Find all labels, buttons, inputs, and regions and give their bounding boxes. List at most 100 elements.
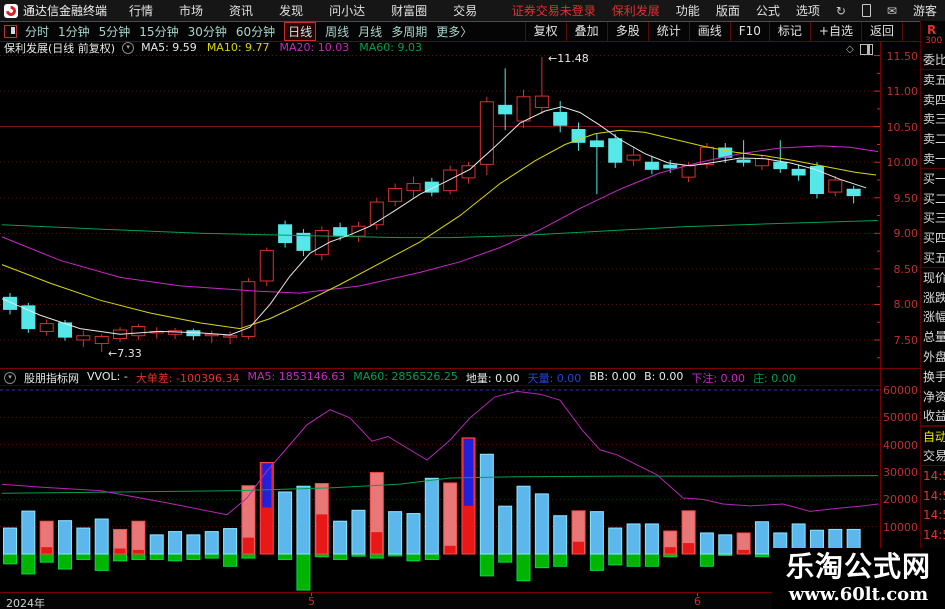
volume-bar-green [186, 553, 201, 560]
action-button-6[interactable]: 标记 [768, 22, 810, 41]
ma-legend: MA5: 9.59 MA10: 9.77 MA20: 10.03 MA60: 9.03 [141, 41, 422, 54]
volume-bar-green [333, 553, 348, 560]
volume-bar-green [479, 553, 494, 577]
period-tab-7[interactable]: 周线 [325, 23, 349, 40]
vvol-plot[interactable] [0, 386, 880, 592]
candle-body [223, 335, 238, 338]
sidebar-row-16: 换手 [923, 369, 945, 384]
volume-bar-green [699, 553, 714, 567]
watermark-title: 乐淘公式网 [785, 550, 931, 583]
price-label-0: 11.50 [886, 49, 919, 63]
top-right-menu-item-3[interactable]: 选项 [796, 2, 820, 19]
indicator-value-1: 大单差: -100396.34 [135, 372, 240, 385]
action-button-8[interactable]: 返回 [860, 22, 903, 41]
time-label-2: 6 [694, 595, 701, 608]
period-tab-5[interactable]: 60分钟 [236, 23, 275, 40]
volume-bar-red-core [738, 549, 750, 554]
candle-body [388, 188, 403, 202]
volume-bar-green [241, 553, 256, 559]
tick-time-0: 14:56 [923, 468, 945, 483]
period-tab-4[interactable]: 30分钟 [188, 23, 227, 40]
app-window: 通达信金融终端 行情 市场 资讯 发现 问小达 财富圈 交易 证券交易未登录 保利发展 功能… [0, 0, 945, 609]
volume-bar-blue-core [464, 438, 473, 506]
indicator-collapse-icon[interactable]: ▾ [4, 372, 16, 384]
mobile-icon[interactable] [861, 4, 871, 17]
action-button-7[interactable]: +自选 [809, 22, 861, 41]
price-label-5: 9.00 [893, 227, 919, 241]
volume-bar [406, 513, 421, 555]
volume-bar [131, 520, 146, 555]
volume-bar-green [516, 553, 531, 582]
top-menu-bar: 通达信金融终端 行情 市场 资讯 发现 问小达 财富圈 交易 证券交易未登录 保利发展 功能… [0, 0, 945, 22]
main-chart-plot[interactable] [0, 54, 880, 370]
candle-body [333, 227, 348, 236]
action-button-0[interactable]: 复权 [524, 22, 566, 41]
trade-login-status[interactable]: 证券交易未登录 [512, 2, 596, 19]
time-tick [311, 593, 312, 596]
candle-body [589, 140, 604, 148]
panel-divider[interactable] [0, 368, 920, 369]
top-menu-item-1[interactable]: 市场 [179, 2, 203, 19]
candle-body [21, 305, 36, 330]
volume-bar-green [21, 553, 36, 575]
top-menu-item-4[interactable]: 问小达 [329, 2, 365, 19]
period-toolbar: 分时 1分钟 5分钟 15分钟 30分钟 60分钟 日线 周线 月线 多周期 更多〉 复权 叠加 多股统… [0, 22, 945, 42]
period-tab-1[interactable]: 1分钟 [58, 23, 90, 40]
volume-bar [351, 509, 366, 555]
period-tab-2[interactable]: 5分钟 [99, 23, 131, 40]
volume-bar-green [589, 553, 604, 571]
period-tab-6[interactable]: 日线 [284, 22, 317, 41]
candle-body [39, 323, 54, 332]
collapse-icon[interactable]: ▾ [122, 41, 135, 54]
user-badge[interactable]: 游客 [913, 2, 937, 19]
volume-bar [149, 534, 164, 555]
top-menu-item-0[interactable]: 行情 [129, 2, 153, 19]
volume-bar-green [534, 553, 549, 569]
sidebar-row-4: 卖二 [923, 132, 945, 147]
action-button-3[interactable]: 统计 [647, 22, 689, 41]
top-menu-item-5[interactable]: 财富圈 [391, 2, 427, 19]
auto-button[interactable]: 自动 [921, 426, 945, 446]
top-menu-item-6[interactable]: 交易 [453, 2, 477, 19]
top-menu-item-3[interactable]: 发现 [279, 2, 303, 19]
tick-time-2: 14:56 [923, 508, 945, 523]
candle-body [443, 169, 458, 192]
top-right-menu-item-2[interactable]: 公式 [756, 2, 780, 19]
sidebar-row-5: 卖一 [921, 149, 945, 169]
mail-icon[interactable]: ✉ [887, 5, 897, 17]
indicator-source[interactable]: 股朋指标网 [24, 371, 79, 385]
ma-label-0: MA5: 9.59 [141, 41, 197, 54]
volume-bar-green [424, 553, 439, 560]
ma-label-1: MA10: 9.77 [206, 41, 270, 54]
tick-time-3: 14:56 [923, 528, 945, 543]
candle-body [681, 165, 696, 178]
top-right-menu-item-0[interactable]: 功能 [676, 2, 700, 19]
action-button-2[interactable]: 多股 [606, 22, 648, 41]
flag-300: 300 [925, 36, 943, 46]
action-button-1[interactable]: 叠加 [565, 22, 607, 41]
top-right-menu-item-1[interactable]: 版面 [716, 2, 740, 19]
volume-bar [94, 518, 109, 555]
current-stock-link[interactable]: 保利发展 [612, 2, 660, 19]
time-label-0: 2024年 [6, 597, 45, 609]
period-tab-9[interactable]: 多周期 [391, 23, 427, 40]
indicator-value-8: 下注: 0.00 [691, 372, 746, 385]
volume-label-1: 50000 [883, 411, 918, 425]
action-button-5[interactable]: F10 [729, 22, 769, 41]
volume-label-5: 10000 [883, 520, 918, 534]
volume-bar [204, 531, 219, 555]
trade-button[interactable]: 交易 [921, 446, 945, 466]
period-tab-0[interactable]: 分时 [25, 23, 49, 40]
price-label-3: 10.00 [886, 156, 919, 170]
volume-bar [76, 527, 91, 555]
app-logo-icon [3, 3, 19, 18]
period-tab-3[interactable]: 15分钟 [139, 23, 178, 40]
period-tab-8[interactable]: 月线 [358, 23, 382, 40]
top-menu-item-2[interactable]: 资讯 [229, 2, 253, 19]
chart-mode-icon[interactable] [4, 25, 17, 38]
refresh-icon[interactable]: ↻ [836, 5, 846, 17]
volume-bar-green [94, 553, 109, 571]
volume-bar-green [149, 553, 164, 560]
period-tab-10[interactable]: 更多〉 [436, 23, 472, 40]
action-button-4[interactable]: 画线 [688, 22, 730, 41]
